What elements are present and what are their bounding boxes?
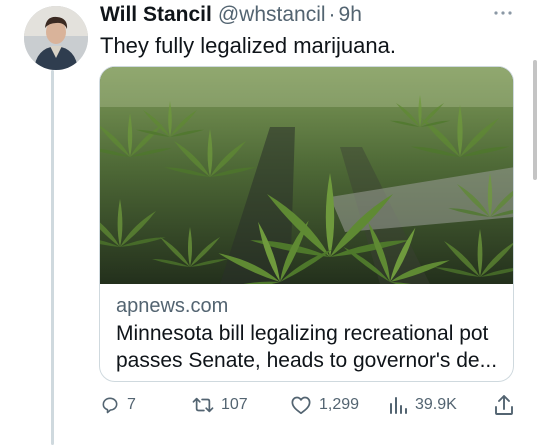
avatar[interactable] (24, 6, 88, 70)
more-dots-icon (494, 11, 512, 15)
retweet-count: 107 (221, 396, 248, 413)
reply-button[interactable]: 7 (100, 392, 136, 418)
views-count: 39.9K (415, 396, 457, 413)
views-bar-icon (390, 397, 407, 414)
cannabis-photo (100, 67, 513, 284)
card-image[interactable] (100, 67, 513, 284)
reply-count: 7 (127, 396, 136, 413)
display-name[interactable]: Will Stancil (100, 3, 212, 27)
card-title: Minnesota bill legalizing recreational p… (116, 322, 498, 372)
reply-icon (102, 397, 118, 414)
link-card[interactable]: apnews.com Minnesota bill legalizing rec… (99, 66, 514, 382)
more-options-button[interactable] (490, 4, 516, 22)
heart-icon (291, 396, 311, 415)
thread-line (51, 70, 54, 445)
retweet-button[interactable]: 107 (192, 392, 248, 418)
separator-dot: · (328, 3, 336, 26)
share-button[interactable] (494, 392, 514, 418)
retweet-icon (192, 397, 214, 413)
like-count: 1,299 (319, 396, 360, 413)
tweet-text: They fully legalized marijuana. (100, 33, 396, 58)
like-button[interactable]: 1,299 (290, 392, 359, 418)
user-handle[interactable]: @whstancil (218, 3, 326, 27)
tweet-header: Will Stancil @whstancil · 9h (100, 3, 362, 29)
action-bar: 7 107 1,299 39.9K (100, 392, 520, 418)
timestamp[interactable]: 9h (339, 3, 362, 27)
views-button[interactable]: 39.9K (388, 392, 457, 418)
card-domain: apnews.com (116, 295, 229, 317)
scrollbar[interactable] (533, 60, 537, 180)
share-icon (495, 395, 513, 415)
avatar-image (24, 6, 88, 70)
